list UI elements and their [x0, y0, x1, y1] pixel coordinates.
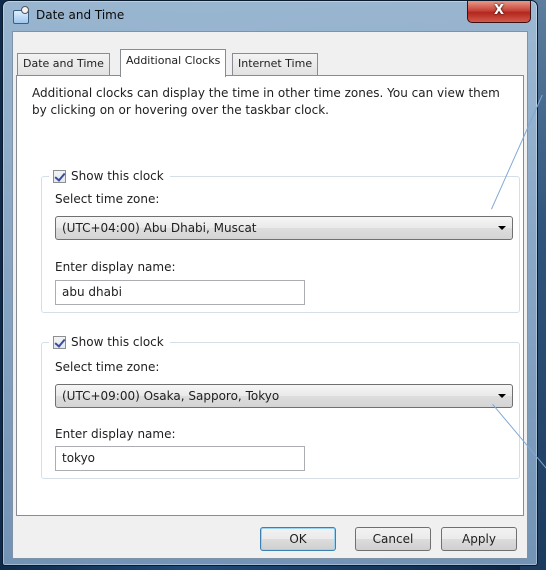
- clock-1-display-name-label: Enter display name:: [55, 260, 176, 274]
- window-title: Date and Time: [36, 8, 125, 22]
- dialog-client-area: Date and Time Additional Clocks Internet…: [12, 31, 528, 559]
- show-clock-2-checkbox[interactable]: Show this clock: [49, 333, 170, 351]
- cancel-button[interactable]: Cancel: [355, 527, 431, 551]
- clock-2-timezone-select[interactable]: (UTC+09:00) Osaka, Sapporo, Tokyo: [55, 384, 513, 408]
- close-button[interactable]: X: [467, 1, 531, 23]
- tab-additional-clocks[interactable]: Additional Clocks: [120, 49, 227, 77]
- intro-text: Additional clocks can display the time i…: [32, 86, 500, 117]
- clock-icon: [13, 6, 29, 24]
- checkbox-check-icon[interactable]: [53, 169, 66, 183]
- clock-1-timezone-select[interactable]: (UTC+04:00) Abu Dhabi, Muscat: [55, 216, 513, 240]
- clock-2-display-name-label: Enter display name:: [55, 427, 176, 441]
- clock-1-timezone-label: Select time zone:: [55, 192, 160, 206]
- checkbox-check-icon[interactable]: [53, 335, 66, 349]
- date-time-dialog: Date and Time X Date and Time Additional…: [2, 0, 538, 566]
- tab-date-and-time[interactable]: Date and Time: [17, 53, 110, 75]
- tab-internet-time[interactable]: Internet Time: [232, 53, 319, 75]
- clock-1-display-name-input[interactable]: abu dhabi: [55, 280, 305, 305]
- apply-button[interactable]: Apply: [441, 527, 517, 551]
- show-clock-1-label: Show this clock: [71, 169, 164, 183]
- show-clock-2-label: Show this clock: [71, 335, 164, 349]
- clock-2-timezone-value: (UTC+09:00) Osaka, Sapporo, Tokyo: [62, 389, 280, 403]
- ok-button[interactable]: OK: [260, 527, 336, 551]
- chevron-down-icon[interactable]: [498, 394, 506, 398]
- clock-2-timezone-label: Select time zone:: [55, 360, 160, 374]
- chevron-down-icon[interactable]: [498, 226, 506, 230]
- title-bar[interactable]: Date and Time X: [3, 1, 537, 31]
- clock-2-display-name-input[interactable]: tokyo: [55, 446, 305, 471]
- clock-1-timezone-value: (UTC+04:00) Abu Dhabi, Muscat: [62, 221, 257, 235]
- show-clock-1-checkbox[interactable]: Show this clock: [49, 167, 170, 185]
